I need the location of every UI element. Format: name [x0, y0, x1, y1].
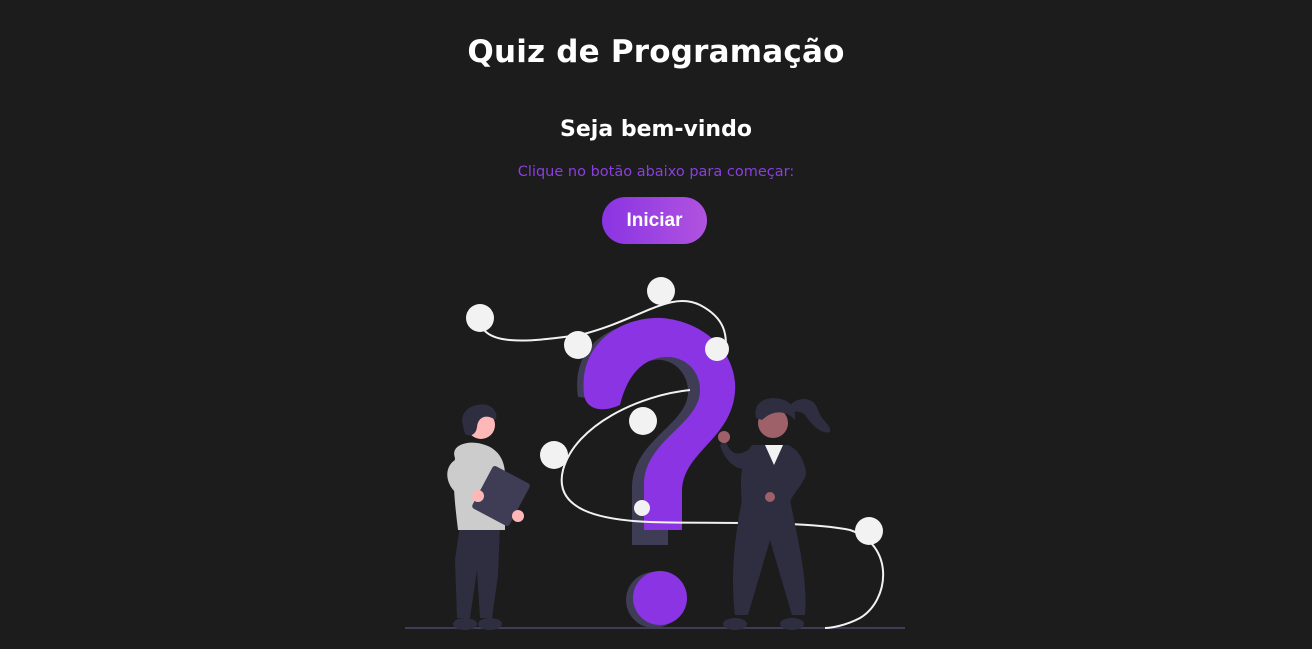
start-button[interactable]: Iniciar — [602, 197, 707, 244]
instruction-text: Clique no botão abaixo para começar: — [517, 164, 795, 180]
page-title: Quiz de Programação — [467, 34, 845, 70]
floating-dot — [540, 441, 568, 469]
floating-dot — [564, 331, 592, 359]
woman-figure — [718, 398, 831, 630]
floating-dot — [705, 337, 729, 361]
floating-dot — [647, 277, 675, 305]
welcome-heading: Seja bem-vindo — [560, 117, 752, 142]
question-mark-illustration — [405, 277, 905, 630]
floating-dot — [629, 407, 657, 435]
quiz-page: Quiz de Programação Seja bem-vindo Cliqu… — [0, 0, 1312, 649]
question-dot — [633, 571, 687, 625]
man-figure — [447, 404, 530, 630]
floating-dot — [466, 304, 494, 332]
floating-dot — [855, 517, 883, 545]
floating-dot — [634, 500, 650, 516]
